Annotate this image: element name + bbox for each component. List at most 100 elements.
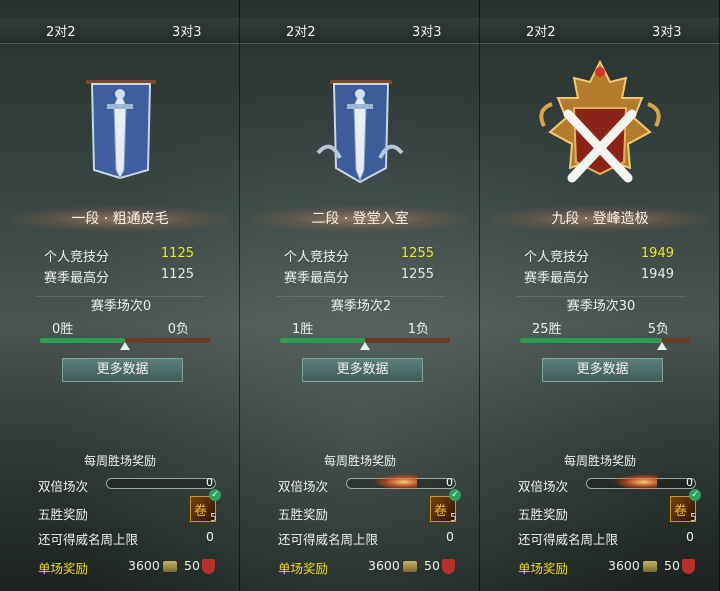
ratio-marker-icon <box>120 342 130 350</box>
single-badge-value: 50 <box>184 558 200 573</box>
single-badge-value: 50 <box>424 558 440 573</box>
single-reward-row: 单场奖励 3600 50 <box>278 558 458 578</box>
season-high-label: 赛季最高分 <box>284 271 350 286</box>
five-win-count: 5 <box>690 511 697 524</box>
season-high-value: 1255 <box>400 267 434 282</box>
season-high-row: 赛季最高分 1949 <box>524 267 674 286</box>
season-matches: 赛季场次2 <box>276 296 446 316</box>
season-high-value: 1949 <box>640 267 674 282</box>
reward-chest-icon[interactable]: 卷 5 ✓ <box>430 489 461 524</box>
cap-label: 还可得威名周上限 <box>38 532 139 547</box>
personal-score-row: 个人竞技分 1255 <box>284 246 434 265</box>
season-high-row: 赛季最高分 1255 <box>284 267 434 286</box>
personal-score-label: 个人竞技分 <box>44 250 110 265</box>
weekly-reward-title: 每周胜场奖励 <box>323 454 396 468</box>
double-matches-count: 0 <box>686 476 693 489</box>
more-data-button[interactable]: 更多数据 <box>62 358 183 382</box>
rank-title: 九段 · 登峰造极 <box>490 206 710 232</box>
gold-crossed-swords-crest-icon <box>538 59 661 183</box>
tab-3v3[interactable]: 3对3 <box>412 21 442 40</box>
single-reward-label: 单场奖励 <box>38 561 89 576</box>
single-reward-row: 单场奖励 3600 50 <box>38 558 218 578</box>
double-matches-count: 0 <box>446 476 453 489</box>
coin-icon <box>163 561 177 572</box>
single-coins-value: 3600 <box>608 558 640 573</box>
shield-icon <box>202 559 215 574</box>
personal-score-label: 个人竞技分 <box>284 250 350 265</box>
double-matches-row: 双倍场次 0 <box>278 474 458 496</box>
tab-2v2[interactable]: 2对2 <box>46 21 76 40</box>
rank-title: 一段 · 粗通皮毛 <box>10 206 230 232</box>
ratio-marker-icon <box>656 342 667 350</box>
season-high-label: 赛季最高分 <box>524 271 590 286</box>
flame-effect-icon <box>613 474 657 490</box>
cap-row: 还可得威名周上限 0 <box>278 529 458 549</box>
single-reward-label: 单场奖励 <box>518 561 569 576</box>
weekly-reward-title: 每周胜场奖励 <box>563 454 636 468</box>
silver-sword-banner-icon <box>315 80 404 184</box>
shield-icon <box>442 559 455 574</box>
reward-chest-icon[interactable]: 卷 5 ✓ <box>670 489 701 524</box>
rank-panel-1: 2对2 3对3 九段 · 登峰造极 个人竞技分 1949 赛季最高分 1949 … <box>480 0 720 591</box>
coin-icon <box>643 561 657 572</box>
five-win-label: 五胜奖励 <box>278 507 329 522</box>
season-matches: 赛季场次0 <box>36 296 206 316</box>
check-icon: ✓ <box>209 489 221 501</box>
double-matches-row: 双倍场次 0 <box>38 476 218 496</box>
double-matches-bar: 0 <box>106 476 216 489</box>
five-win-row: 五胜奖励 卷 5 ✓ <box>278 489 461 524</box>
rank-panel-0: 2对2 3对3 二段 · 登堂入室 个人竞技分 1255 赛季最高分 1255 … <box>240 0 480 591</box>
five-win-row: 五胜奖励 卷 5 ✓ <box>38 489 221 524</box>
scroll-glyph-icon: 卷 <box>434 504 448 519</box>
weekly-reward-title: 每周胜场奖励 <box>83 454 156 468</box>
ratio-marker-icon <box>360 342 370 350</box>
silver-sword-banner-icon <box>85 80 156 180</box>
coin-icon <box>403 561 417 572</box>
five-win-count: 5 <box>210 511 217 524</box>
personal-score-label: 个人竞技分 <box>524 250 590 265</box>
check-icon: ✓ <box>689 489 701 501</box>
cap-row: 还可得威名周上限 0 <box>38 529 218 549</box>
wins-count: 1胜 <box>292 322 314 337</box>
personal-score-value: 1949 <box>640 246 674 261</box>
five-win-label: 五胜奖励 <box>518 507 569 522</box>
check-icon: ✓ <box>449 489 461 501</box>
double-matches-count: 0 <box>206 476 213 489</box>
more-data-button[interactable]: 更多数据 <box>302 358 423 382</box>
shield-icon <box>682 559 695 574</box>
reward-chest-icon[interactable]: 卷 5 ✓ <box>190 489 221 524</box>
personal-score-row: 个人竞技分 1125 <box>44 246 194 265</box>
win-bar-fill <box>280 338 365 343</box>
win-loss-bar <box>520 338 690 350</box>
cap-value: 0 <box>686 529 694 544</box>
five-win-row: 五胜奖励 卷 5 ✓ <box>518 489 701 524</box>
double-matches-label: 双倍场次 <box>38 479 89 494</box>
season-high-value: 1125 <box>160 267 194 282</box>
tab-2v2[interactable]: 2对2 <box>526 21 556 40</box>
win-bar-fill <box>520 338 662 343</box>
season-high-label: 赛季最高分 <box>44 271 110 286</box>
wins-count: 0胜 <box>52 322 74 337</box>
cap-label: 还可得威名周上限 <box>278 532 379 547</box>
double-matches-row: 双倍场次 0 <box>518 474 698 496</box>
mode-tabs: 2对2 3对3 <box>0 18 240 44</box>
double-matches-label: 双倍场次 <box>278 479 329 494</box>
single-coins-value: 3600 <box>368 558 400 573</box>
more-data-button[interactable]: 更多数据 <box>542 358 663 382</box>
personal-score-value: 1125 <box>160 246 194 261</box>
scroll-glyph-icon: 卷 <box>674 504 688 519</box>
win-loss-bar <box>280 338 450 350</box>
five-win-label: 五胜奖励 <box>38 507 89 522</box>
tab-2v2[interactable]: 2对2 <box>286 21 316 40</box>
double-matches-label: 双倍场次 <box>518 479 569 494</box>
cap-label: 还可得威名周上限 <box>518 532 619 547</box>
personal-score-value: 1255 <box>400 246 434 261</box>
tab-3v3[interactable]: 3对3 <box>652 21 682 40</box>
losses-count: 1负 <box>407 322 429 337</box>
personal-score-row: 个人竞技分 1949 <box>524 246 674 265</box>
tab-3v3[interactable]: 3对3 <box>172 21 202 40</box>
losses-count: 5负 <box>647 322 669 337</box>
double-matches-bar: 0 <box>586 474 696 490</box>
season-high-row: 赛季最高分 1125 <box>44 267 194 286</box>
five-win-count: 5 <box>450 511 457 524</box>
